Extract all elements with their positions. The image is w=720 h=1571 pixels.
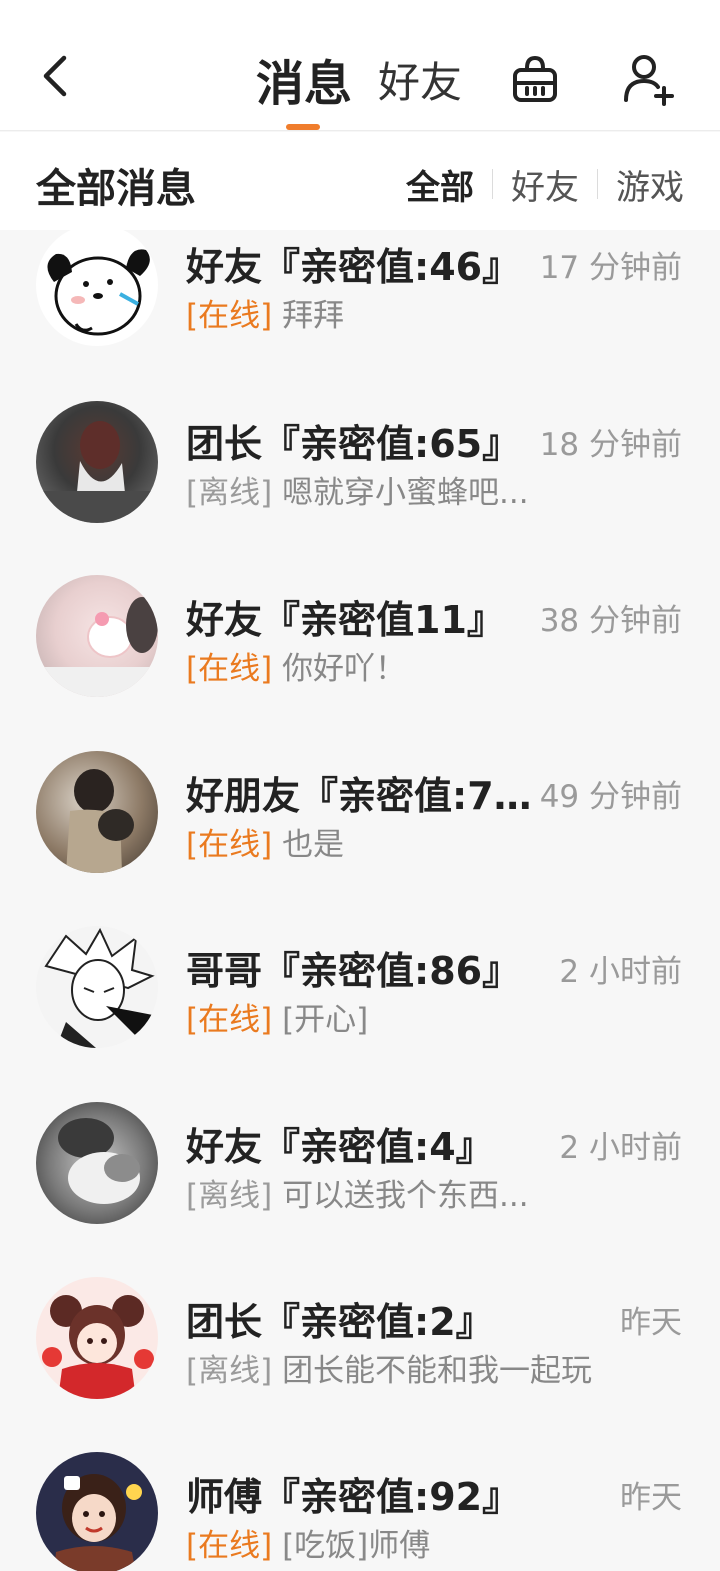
online-status: [在线] (186, 651, 273, 687)
preview-text: [吃饭]师傅 (282, 1528, 431, 1564)
message-time: 2 小时前 (559, 954, 682, 990)
manga-avatar[interactable] (36, 926, 158, 1048)
anime-girl-avatar[interactable] (36, 1277, 158, 1399)
add-user-icon (624, 55, 674, 106)
message-time: 昨天 (620, 1305, 682, 1341)
filter-options: 全部 好友 游戏 (406, 160, 684, 209)
tab-friends[interactable]: 好友 (378, 44, 462, 114)
message-item[interactable]: 哥哥『亲密值:86』 2 小时前 [在线] [开心] (0, 926, 720, 1086)
offline-status: [离线] (186, 475, 273, 511)
message-preview: [离线] 团长能不能和我一起玩 (186, 1345, 606, 1390)
message-time: 昨天 (620, 1480, 682, 1516)
header-tabs: 消息 好友 (256, 44, 462, 130)
message-item[interactable]: 好友『亲密值:4』 2 小时前 [离线] 可以送我个东西... (0, 1102, 720, 1262)
message-preview: [在线] 拜拜 (186, 290, 606, 335)
contact-name: 哥哥『亲密值:86』 (186, 949, 521, 993)
online-status: [在线] (186, 827, 273, 863)
photo-avatar[interactable] (36, 751, 158, 873)
contact-name: 好朋友『亲密值:72... (186, 774, 540, 818)
message-preview: [在线] 你好吖！ (186, 643, 606, 688)
chevron-left-icon (43, 55, 67, 97)
photo-avatar[interactable] (36, 575, 158, 697)
contact-name: 师傅『亲密值:92』 (186, 1475, 521, 1519)
online-status: [在线] (186, 298, 273, 334)
offline-status: [离线] (186, 1353, 273, 1389)
active-tab-indicator (286, 124, 320, 130)
preview-text: 也是 (282, 827, 345, 863)
message-time: 17 分钟前 (539, 250, 682, 286)
message-item[interactable]: 好朋友『亲密值:72... 49 分钟前 [在线] 也是 (0, 751, 720, 911)
filter-divider (597, 169, 598, 199)
photo-avatar[interactable] (36, 1102, 158, 1224)
message-preview: [在线] [开心] (186, 994, 606, 1039)
preview-text: [开心] (282, 1002, 369, 1038)
preview-text: 嗯就穿小蜜蜂吧... (282, 475, 529, 511)
online-status: [在线] (186, 1528, 273, 1564)
filter-all[interactable]: 全部 (406, 160, 474, 209)
message-preview: [在线] [吃饭]师傅 (186, 1520, 606, 1565)
shop-bag-button[interactable] (506, 50, 564, 108)
message-item[interactable]: 团长『亲密值:65』 18 分钟前 [离线] 嗯就穿小蜜蜂吧... (0, 399, 720, 559)
tab-friends-label: 好友 (378, 57, 463, 107)
preview-text: 可以送我个东西... (282, 1178, 529, 1214)
filter-divider (492, 169, 493, 199)
message-item[interactable]: 好友『亲密值11』 38 分钟前 [在线] 你好吖！ (0, 575, 720, 735)
cartoon-girl-avatar[interactable] (36, 1452, 158, 1571)
preview-text: 团长能不能和我一起玩 (282, 1353, 593, 1389)
filter-games[interactable]: 游戏 (616, 160, 684, 209)
message-item[interactable]: 师傅『亲密值:92』 昨天 [在线] [吃饭]师傅 (0, 1452, 720, 1571)
message-item[interactable]: 好友『亲密值:46』 17 分钟前 [在线] 拜拜 (0, 230, 720, 384)
tab-messages-label: 消息 (256, 56, 353, 112)
message-preview: [在线] 也是 (186, 819, 606, 864)
section-title: 全部消息 (36, 166, 196, 212)
message-time: 38 分钟前 (539, 603, 682, 639)
contact-name: 好友『亲密值11』 (186, 598, 505, 642)
filter-friends[interactable]: 好友 (511, 160, 579, 209)
top-navigation-bar: 消息 好友 (0, 0, 720, 131)
message-preview: [离线] 可以送我个东西... (186, 1170, 606, 1215)
contact-name: 团长『亲密值:65』 (186, 422, 521, 466)
cartoon-dog-avatar[interactable] (36, 230, 158, 346)
message-time: 18 分钟前 (539, 427, 682, 463)
message-time: 2 小时前 (559, 1130, 682, 1166)
preview-text: 你好吖！ (282, 651, 407, 687)
message-list: 好友『亲密值:46』 17 分钟前 [在线] 拜拜 团长『亲密值:65』 18 … (0, 230, 720, 1571)
add-friend-button[interactable] (620, 50, 678, 108)
message-item[interactable]: 团长『亲密值:2』 昨天 [离线] 团长能不能和我一起玩 (0, 1277, 720, 1437)
back-button[interactable] (30, 46, 80, 106)
shopping-basket-icon (513, 55, 557, 102)
online-status: [在线] (186, 1002, 273, 1038)
preview-text: 拜拜 (282, 298, 345, 334)
offline-status: [离线] (186, 1178, 273, 1214)
contact-name: 好友『亲密值:4』 (186, 1125, 494, 1169)
message-filter-bar: 全部消息 全部 好友 游戏 (0, 132, 720, 230)
contact-name: 团长『亲密值:2』 (186, 1300, 494, 1344)
message-time: 49 分钟前 (539, 779, 682, 815)
photo-avatar[interactable] (36, 401, 158, 523)
tab-messages[interactable]: 消息 (256, 44, 353, 130)
message-preview: [离线] 嗯就穿小蜜蜂吧... (186, 467, 606, 512)
contact-name: 好友『亲密值:46』 (186, 245, 521, 289)
